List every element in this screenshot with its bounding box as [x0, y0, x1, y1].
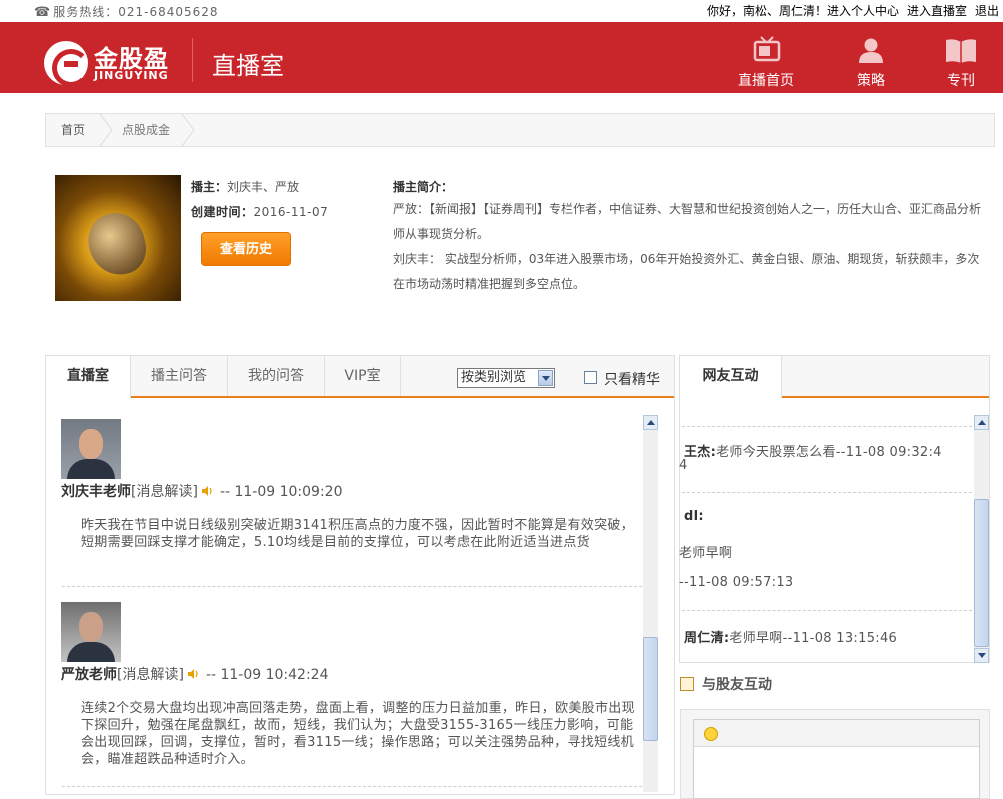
- category-select[interactable]: 按类别浏览: [457, 368, 555, 388]
- message-time: -- 11-09 10:42:24: [205, 667, 329, 683]
- header-divider: [192, 38, 193, 82]
- breadcrumb-current[interactable]: 点股成金: [122, 114, 170, 146]
- logo-icon: [44, 41, 90, 87]
- speaker-icon[interactable]: [201, 486, 214, 496]
- message-meta: 刘庆丰老师[消息解读] -- 11-09 10:09:20: [61, 481, 343, 501]
- section-title: 直播室: [212, 52, 284, 80]
- phone-icon: ☎: [34, 5, 52, 20]
- nav-strategy[interactable]: 策略: [836, 36, 906, 90]
- view-history-button[interactable]: 查看历史: [201, 232, 291, 266]
- scroll-down-icon[interactable]: [974, 648, 989, 663]
- room-cover-image: [55, 175, 181, 301]
- chat-text: 老师早啊--11-08 13:15:46: [729, 631, 898, 646]
- chat-user: 周仁清:: [684, 631, 730, 646]
- avatar: [61, 419, 121, 479]
- created-label: 创建时间：: [191, 205, 254, 219]
- chat-text: 老师早啊: [679, 546, 733, 561]
- created-value: 2016-11-07: [253, 205, 329, 219]
- intro-title: 播主简介：: [393, 180, 454, 194]
- nav-live-home[interactable]: 直播首页: [731, 36, 801, 90]
- chat-divider: [682, 492, 972, 493]
- host-info: 播主：刘庆丰、严放: [191, 178, 299, 195]
- top-bar: ☎ 服务热线：021-68405628 你好，南松、周仁清！进入个人中心 进入直播室…: [0, 0, 1003, 22]
- message-divider: [62, 586, 642, 587]
- created-info: 创建时间：2016-11-07: [191, 203, 328, 220]
- message-author[interactable]: 刘庆丰老师: [61, 484, 131, 500]
- community-tabs: 网友互动: [680, 356, 989, 398]
- interact-box: [680, 709, 990, 799]
- tab-host-qa[interactable]: 播主问答: [131, 356, 228, 396]
- enter-live-link[interactable]: 进入直播室: [907, 4, 967, 18]
- site-header: 金股盈 JINGUYING 直播室 直播首页 策略 专刊: [0, 22, 1003, 93]
- message-category: [消息解读]: [117, 667, 184, 683]
- tab-community[interactable]: 网友互动: [680, 356, 782, 398]
- chat-text: 老师今天股票怎么看--11-08 09:32:4: [716, 445, 942, 460]
- chat-divider: [682, 610, 972, 611]
- scroll-thumb[interactable]: [643, 637, 658, 741]
- scroll-up-icon[interactable]: [643, 415, 658, 430]
- scroll-thumb[interactable]: [974, 499, 989, 647]
- host-value: 刘庆丰、严放: [227, 180, 300, 194]
- feed-scrollbar[interactable]: [643, 415, 658, 792]
- message-meta: 严放老师[消息解读] -- 11-09 10:42:24: [61, 664, 329, 684]
- user-links: 你好，南松、周仁清！进入个人中心 进入直播室 退出: [707, 2, 999, 19]
- message-category: [消息解读]: [131, 484, 198, 500]
- personal-center-link[interactable]: 进入个人中心: [827, 4, 899, 18]
- edit-icon: [680, 677, 694, 691]
- nav-live-home-label: 直播首页: [738, 73, 794, 89]
- host-label: 播主：: [191, 180, 228, 194]
- tab-live-room[interactable]: 直播室: [46, 356, 131, 398]
- breadcrumb: 首页 点股成金: [45, 113, 995, 147]
- breadcrumb-separator-icon: [99, 114, 113, 146]
- interact-title: 与股友互动: [680, 674, 772, 694]
- breadcrumb-separator-icon: [181, 114, 195, 146]
- user-icon: [859, 38, 883, 63]
- chat-time: --11-08 09:57:13: [679, 575, 794, 590]
- intro-paragraph: 刘庆丰： 实战型分析师，03年进入股票市场，06年开始投资外汇、黄金白银、原油、…: [393, 252, 980, 291]
- message-divider: [62, 786, 642, 787]
- intro-paragraph: 严放：【新闻报】【证券周刊】专栏作者，中信证券、大智慧和世纪投资创始人之一，历任…: [393, 202, 982, 241]
- speaker-icon[interactable]: [187, 669, 200, 679]
- scroll-up-icon[interactable]: [974, 415, 989, 430]
- emoji-icon[interactable]: [704, 727, 718, 741]
- category-select-value: 按类别浏览: [461, 370, 527, 385]
- chevron-down-icon: [538, 370, 553, 386]
- avatar: [61, 602, 121, 662]
- feed-tabs: 直播室 播主问答 我的问答 VIP室 按类别浏览 只看精华: [46, 356, 674, 398]
- nav-journal-label: 专刊: [947, 73, 975, 89]
- chat-divider: [682, 426, 972, 427]
- breadcrumb-home[interactable]: 首页: [61, 114, 85, 146]
- message-text: 连续2个交易大盘均出现冲高回落走势，盘面上看，调整的压力日益加重，昨日，欧美股市…: [81, 701, 635, 767]
- logo-subtext: JINGUYING: [94, 69, 169, 82]
- community-panel: 网友互动: [679, 355, 990, 663]
- tab-vip-room[interactable]: VIP室: [325, 356, 401, 396]
- chat-item: 周仁清:老师早啊--11-08 13:15:46: [684, 627, 897, 646]
- message-editor[interactable]: [693, 719, 980, 799]
- book-icon: [946, 39, 976, 63]
- message-author[interactable]: 严放老师: [61, 667, 117, 683]
- nav-journal[interactable]: 专刊: [926, 36, 996, 90]
- hotline: ☎ 服务热线：021-68405628: [34, 3, 219, 20]
- nav-strategy-label: 策略: [857, 73, 885, 89]
- chat-item: 王杰:老师今天股票怎么看--11-08 09:32:4: [684, 441, 974, 460]
- logo[interactable]: 金股盈 JINGUYING: [44, 39, 184, 87]
- chat-item: dl:: [684, 509, 704, 524]
- chat-text-wrap: 4: [679, 458, 688, 473]
- hotline-number: 021-68405628: [118, 5, 219, 19]
- message-time: -- 11-09 10:09:20: [219, 484, 343, 500]
- community-scrollbar[interactable]: [974, 415, 989, 663]
- chat-user: dl:: [684, 509, 704, 524]
- chat-user: 王杰:: [684, 445, 717, 460]
- interact-title-label: 与股友互动: [702, 677, 772, 693]
- logout-link[interactable]: 退出: [975, 4, 999, 18]
- message-text: 昨天我在节目中说日线级别突破近期3141积压高点的力度不强，因此暂时不能算是有效…: [81, 518, 634, 550]
- only-featured-label[interactable]: 只看精华: [604, 369, 660, 389]
- hotline-label: 服务热线：: [53, 5, 119, 19]
- tab-my-qa[interactable]: 我的问答: [228, 356, 325, 396]
- greeting: 你好，南松、周仁清！: [706, 4, 827, 18]
- editor-toolbar: [694, 720, 979, 747]
- only-featured-checkbox[interactable]: [584, 371, 597, 384]
- tv-icon: [753, 36, 781, 62]
